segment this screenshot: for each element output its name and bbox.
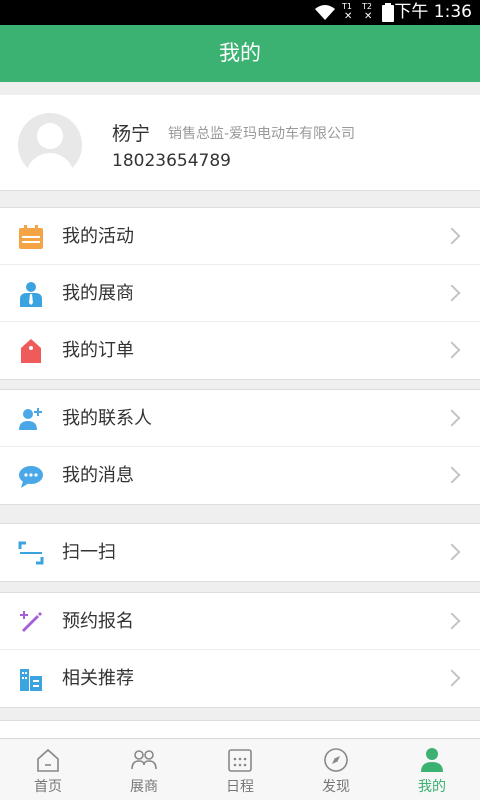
tab-exhibitors[interactable]: 展商 [96, 739, 192, 800]
group-icon [131, 750, 157, 770]
app-bar: 我的 [0, 25, 480, 82]
avatar-head [37, 123, 63, 149]
chevron-right-icon [443, 669, 461, 687]
menu-item-messages[interactable]: 我的消息 [0, 447, 480, 504]
menu-label-scan: 扫一扫 [62, 542, 116, 563]
menu-item-contacts[interactable]: 我的联系人 [0, 390, 480, 447]
battery-icon [382, 3, 394, 22]
businessman-icon [20, 282, 42, 307]
chevron-right-icon [443, 341, 461, 359]
chat-bubble-icon [19, 466, 43, 488]
no-signal-icon: ✕ [344, 10, 353, 22]
profile-title: 销售总监-爱玛电动车有限公司 [168, 126, 356, 142]
main-content: 杨宁 销售总监-爱玛电动车有限公司 18023654789 我的活动 我的展商 [0, 82, 480, 738]
tab-label-exhibitors: 展商 [130, 779, 158, 795]
status-icons: T1 ✕ T2 ✕ [314, 2, 394, 23]
menu-item-scan[interactable]: 扫一扫 [0, 524, 480, 581]
status-bar: T1 ✕ T2 ✕ 下午 1:36 [0, 0, 480, 25]
scan-icon [18, 541, 44, 565]
menu-item-recommend[interactable]: 相关推荐 [0, 650, 480, 707]
chevron-right-icon [443, 612, 461, 630]
edit-pencil-icon [20, 611, 42, 632]
tab-discover[interactable]: 发现 [288, 739, 384, 800]
tab-home[interactable]: 首页 [0, 739, 96, 800]
chevron-right-icon [443, 284, 461, 302]
menu-group-activities: 我的活动 我的展商 我的订单 [0, 207, 480, 380]
tab-label-mine: 我的 [418, 779, 446, 795]
sim2-label: T2 [362, 1, 372, 11]
page-title: 我的 [219, 41, 261, 65]
profile-phone: 18023654789 [112, 151, 231, 171]
chevron-right-icon [443, 466, 461, 484]
tag-icon [21, 339, 41, 363]
tab-mine[interactable]: 我的 [384, 739, 480, 800]
menu-item-exhibitors[interactable]: 我的展商 [0, 265, 480, 322]
tab-label-discover: 发现 [322, 779, 350, 795]
add-contact-icon [19, 408, 42, 430]
chevron-right-icon [443, 543, 461, 561]
user-icon [421, 748, 443, 772]
buildings-icon [20, 669, 42, 691]
wifi-icon [315, 5, 335, 20]
sim1-label: T1 [342, 1, 352, 11]
bottom-tab-bar: 首页 展商 日程 发现 我的 [0, 738, 480, 800]
menu-item-booking[interactable]: 预约报名 [0, 593, 480, 650]
profile-name: 杨宁 [112, 123, 151, 145]
profile-card[interactable]: 杨宁 销售总监-爱玛电动车有限公司 18023654789 [0, 95, 480, 191]
menu-label-recommend: 相关推荐 [62, 668, 134, 689]
menu-group-partial [0, 720, 480, 738]
menu-label-contacts: 我的联系人 [62, 408, 152, 429]
chevron-right-icon [443, 227, 461, 245]
menu-label-messages: 我的消息 [62, 465, 134, 486]
menu-label-activity: 我的活动 [62, 226, 134, 247]
tab-label-home: 首页 [34, 779, 62, 795]
menu-group-scan: 扫一扫 [0, 523, 480, 582]
compass-icon [324, 748, 348, 772]
sim2-signal: T2 ✕ [362, 1, 376, 23]
tab-label-schedule: 日程 [226, 779, 254, 795]
menu-item-orders[interactable]: 我的订单 [0, 322, 480, 379]
menu-group-more: 预约报名 相关推荐 [0, 592, 480, 708]
calendar-icon [19, 225, 43, 249]
menu-label-booking: 预约报名 [62, 611, 134, 632]
status-time: 下午 1:36 [394, 2, 472, 22]
sim1-signal: T1 ✕ [342, 1, 356, 23]
menu-group-contacts: 我的联系人 我的消息 [0, 389, 480, 505]
menu-label-orders: 我的订单 [62, 340, 134, 361]
no-signal-icon: ✕ [364, 10, 373, 22]
avatar[interactable] [18, 113, 82, 177]
avatar-body [26, 153, 74, 177]
menu-item-activity[interactable]: 我的活动 [0, 208, 480, 265]
chevron-right-icon [443, 409, 461, 427]
calendar-icon [228, 749, 252, 772]
menu-label-exhibitors: 我的展商 [62, 283, 134, 304]
home-icon [37, 748, 59, 772]
tab-schedule[interactable]: 日程 [192, 739, 288, 800]
